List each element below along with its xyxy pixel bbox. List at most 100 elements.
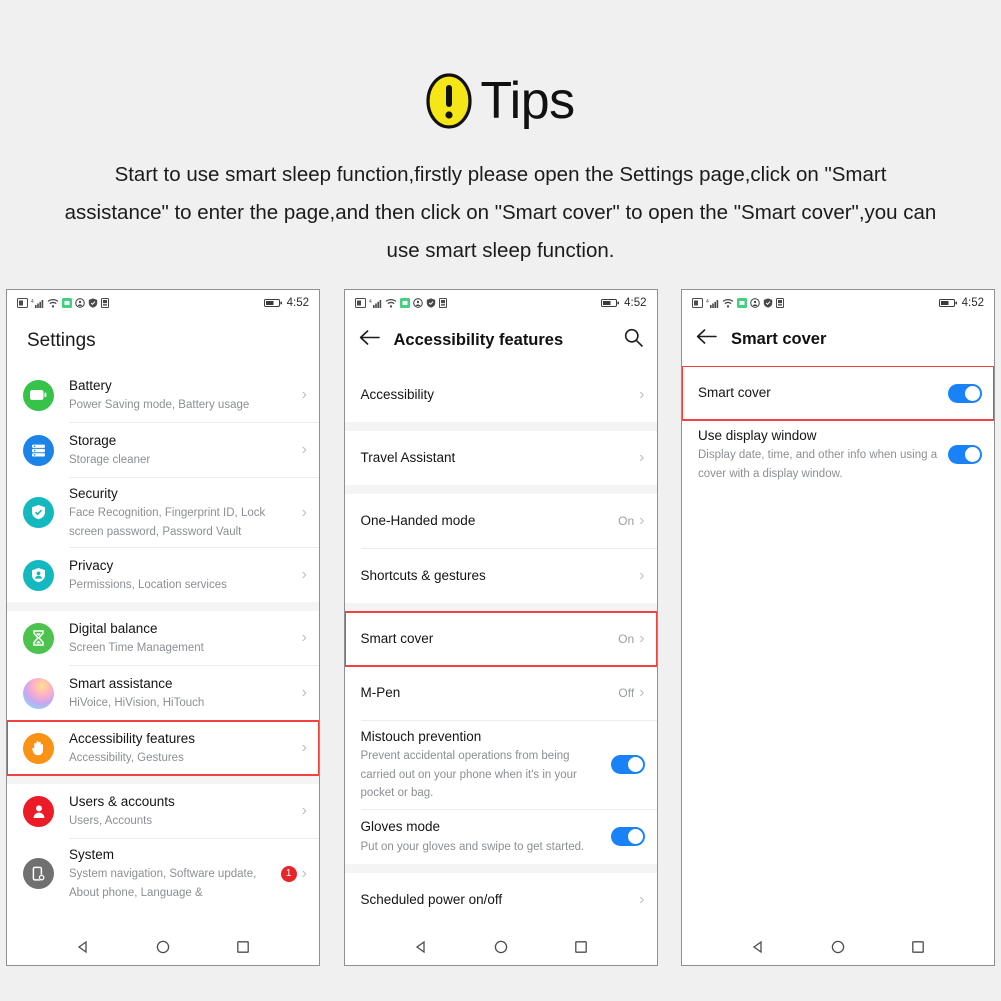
toggle-knob xyxy=(627,757,643,773)
list-item-travel-assistant[interactable]: Travel Assistant › xyxy=(344,431,657,485)
row-right: 1 › xyxy=(280,864,307,882)
settings-group-2: Digital balance Screen Time Management ›… xyxy=(7,611,319,777)
shield-icon xyxy=(426,298,435,308)
status-bar-3: 4 4:52 xyxy=(682,290,994,316)
sidebar-item-privacy[interactable]: Privacy Permissions, Location services › xyxy=(7,548,319,603)
account-circle-icon xyxy=(75,298,85,308)
triangle-back-icon[interactable] xyxy=(751,940,765,954)
list-item-mistouch-prevention[interactable]: Mistouch prevention Prevent accidental o… xyxy=(344,721,657,809)
sidebar-item-digital-balance[interactable]: Digital balance Screen Time Management › xyxy=(7,611,319,666)
sidebar-item-security[interactable]: Security Face Recognition, Fingerprint I… xyxy=(7,478,319,548)
row-text: Smart cover xyxy=(698,377,942,409)
sidebar-item-storage[interactable]: Storage Storage cleaner › xyxy=(7,423,319,477)
square-recents-icon[interactable] xyxy=(911,940,925,954)
toggle-knob xyxy=(627,829,643,845)
signal-bars-icon: 4 xyxy=(31,299,44,308)
triangle-back-icon[interactable] xyxy=(76,940,90,954)
arrow-back-icon[interactable] xyxy=(696,328,717,350)
sidebar-item-smart-assistance[interactable]: Smart assistance HiVoice, HiVision, HiTo… xyxy=(7,666,319,721)
row-value: On xyxy=(618,514,635,528)
status-bar-right: 4:52 xyxy=(263,297,309,309)
app-bar-3: Smart cover xyxy=(682,316,994,366)
circle-home-icon[interactable] xyxy=(156,940,170,954)
status-bar-2: 4 4:52 xyxy=(344,290,657,316)
chevron-right-icon: › xyxy=(301,503,307,521)
row-right: › xyxy=(634,568,644,584)
list-item-shortcuts-gestures[interactable]: Shortcuts & gestures › xyxy=(344,549,657,603)
row-right: On › xyxy=(618,631,644,647)
list-item-use-display-window[interactable]: Use display window Display date, time, a… xyxy=(682,420,994,490)
group-separator xyxy=(7,602,319,612)
row-subtitle: Power Saving mode, Battery usage xyxy=(69,398,250,411)
row-subtitle: Accessibility, Gestures xyxy=(69,752,184,765)
row-subtitle: System navigation, Software update, Abou… xyxy=(69,868,257,899)
list-item-scheduled-power-on-off[interactable]: Scheduled power on/off › xyxy=(344,872,657,927)
row-subtitle: Permissions, Location services xyxy=(69,579,227,592)
sidebar-item-battery[interactable]: Battery Power Saving mode, Battery usage… xyxy=(7,368,319,422)
row-title: Smart assistance xyxy=(69,675,173,691)
security-shield-check-icon xyxy=(23,497,54,529)
row-title: Digital balance xyxy=(69,620,158,636)
sidebar-item-system[interactable]: System System navigation, Software updat… xyxy=(7,839,319,909)
chevron-right-icon: › xyxy=(301,864,307,882)
circle-home-icon[interactable] xyxy=(831,940,845,954)
green-app-icon xyxy=(62,298,72,308)
square-recents-icon[interactable] xyxy=(574,940,588,954)
group-separator xyxy=(344,603,657,612)
toggle-knob xyxy=(965,385,980,401)
row-text: Battery Power Saving mode, Battery usage xyxy=(69,370,296,421)
group-separator xyxy=(344,863,657,873)
chevron-right-icon: › xyxy=(639,567,645,584)
chevron-right-icon: › xyxy=(301,566,307,584)
toggle-use-display-window[interactable] xyxy=(948,445,982,465)
list-item-smart-cover[interactable]: Smart cover On › xyxy=(344,611,657,667)
circle-home-icon[interactable] xyxy=(494,940,508,954)
group-separator xyxy=(344,485,657,494)
toggle-gloves-mode[interactable] xyxy=(610,827,645,847)
row-title: Security xyxy=(69,486,118,501)
triangle-back-icon[interactable] xyxy=(414,940,428,954)
row-title: M-Pen xyxy=(360,684,401,700)
wifi-icon xyxy=(47,299,59,308)
row-right: › xyxy=(302,387,307,403)
status-bar-right: 4:52 xyxy=(938,297,984,309)
tips-body-text: Start to use smart sleep function,firstl… xyxy=(64,163,937,262)
settings-list: Battery Power Saving mode, Battery usage… xyxy=(7,368,319,929)
toggle-mistouch-prevention[interactable] xyxy=(610,755,645,775)
sidebar-item-users-accounts[interactable]: Users & accounts Users, Accounts › xyxy=(7,784,319,839)
toggle-smart-cover[interactable] xyxy=(948,383,982,403)
list-item-accessibility[interactable]: Accessibility › xyxy=(344,368,657,422)
shield-icon xyxy=(763,298,773,308)
arrow-back-icon[interactable] xyxy=(359,329,380,351)
search-icon[interactable] xyxy=(624,328,643,352)
sim-card-icon xyxy=(354,298,366,308)
chevron-right-icon: › xyxy=(639,386,645,403)
row-title: Users & accounts xyxy=(69,793,175,809)
accessibility-list: Accessibility › Travel Assistant › One-H… xyxy=(344,368,657,929)
row-right: › xyxy=(302,567,307,583)
battery-icon xyxy=(263,299,282,307)
users-person-icon xyxy=(23,795,54,827)
green-app-icon xyxy=(399,298,410,308)
chevron-right-icon: › xyxy=(639,890,645,908)
green-app-icon xyxy=(737,298,747,308)
signal-bars-icon: 4 xyxy=(706,299,719,308)
row-text: Storage Storage cleaner xyxy=(69,425,296,476)
row-right: › xyxy=(634,387,644,403)
row-subtitle: Users, Accounts xyxy=(69,815,153,828)
list-item-one-handed-mode[interactable]: One-Handed mode On › xyxy=(344,494,657,548)
list-item-m-pen[interactable]: M-Pen Off › xyxy=(344,666,657,720)
row-right: › xyxy=(302,630,307,646)
settings-group-1: Battery Power Saving mode, Battery usage… xyxy=(7,368,319,603)
chevron-right-icon: › xyxy=(301,684,307,702)
square-recents-icon[interactable] xyxy=(236,940,250,954)
chevron-right-icon: › xyxy=(639,630,645,647)
status-bar-time: 4:52 xyxy=(961,297,984,309)
list-item-smart-cover-toggle[interactable]: Smart cover xyxy=(682,366,994,421)
status-bar-left-icons: 4 xyxy=(354,298,447,308)
phone-screen-settings: 4 4:52 Settings Battery Power Saving mod… xyxy=(6,289,320,966)
account-circle-icon xyxy=(750,298,760,308)
row-right: › xyxy=(302,803,307,819)
list-item-gloves-mode[interactable]: Gloves mode Put on your gloves and swipe… xyxy=(344,809,657,864)
sidebar-item-accessibility-features[interactable]: Accessibility features Accessibility, Ge… xyxy=(7,720,319,777)
